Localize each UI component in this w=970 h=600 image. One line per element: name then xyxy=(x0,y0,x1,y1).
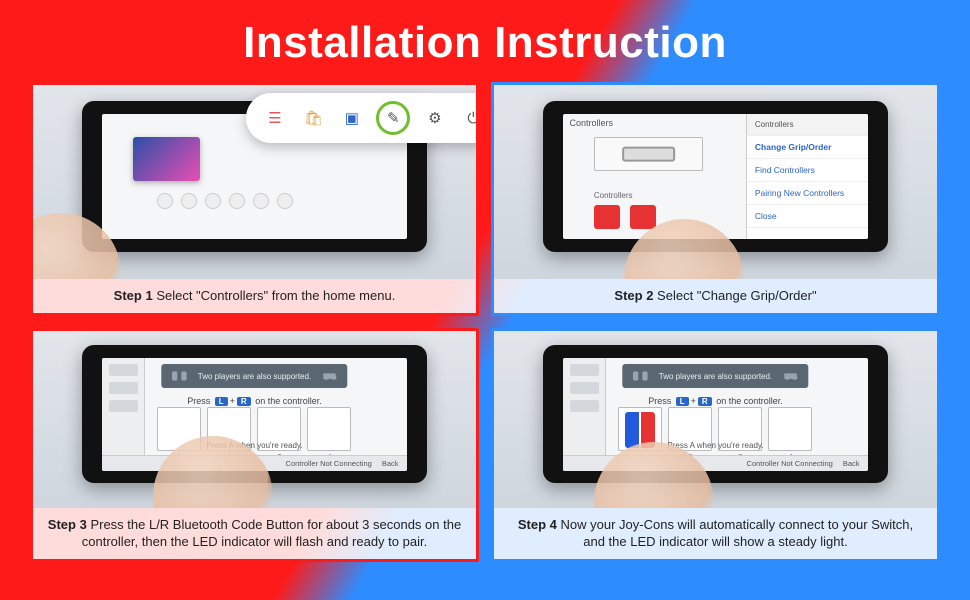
pairing-screen-connected: Two players are also supported. Press L+… xyxy=(563,358,867,471)
key-r: R xyxy=(237,397,251,406)
key-l: L xyxy=(215,397,228,406)
pairing-screen: Two players are also supported. Press L+… xyxy=(102,358,406,471)
pairing-sidebar xyxy=(563,358,606,471)
pairing-banner: Two players are also supported. xyxy=(162,364,347,388)
console-device: Controllers Controllers Controllers Chan… xyxy=(543,101,889,253)
step1-thumb: ☰ 🛍 ▣ ✎ ⚙ ⏻ xyxy=(33,85,476,279)
step4-label-bold: Step 4 xyxy=(518,517,557,532)
press-a-line: Press A when you're ready. xyxy=(563,441,867,450)
icon-popup: ☰ 🛍 ▣ ✎ ⚙ ⏻ xyxy=(246,93,476,144)
step1-caption: Step 1 Select "Controllers" from the hom… xyxy=(33,279,476,313)
controllers-screen: Controllers Controllers Controllers Chan… xyxy=(563,114,867,238)
controllers-small-label: Controllers xyxy=(594,191,633,200)
step3-text: Press the L/R Bluetooth Code Button for … xyxy=(82,517,461,550)
step-panel-2: Controllers Controllers Controllers Chan… xyxy=(491,82,940,316)
menu-item-change-grip[interactable]: Change Grip/Order xyxy=(747,136,868,159)
console-icon xyxy=(622,147,676,162)
press-pre: Press xyxy=(187,396,210,406)
pro-controller-icon xyxy=(782,370,798,382)
step-panel-4: Two players are also supported. Press L+… xyxy=(491,328,940,562)
step1-label-bold: Step 1 xyxy=(114,288,153,303)
steps-grid: ☰ 🛍 ▣ ✎ ⚙ ⏻ Step 1 Select "Controllers" … xyxy=(0,82,970,592)
step4-caption: Step 4 Now your Joy-Cons will automatica… xyxy=(494,508,937,559)
game-tile xyxy=(133,137,200,182)
key-plus: + xyxy=(691,396,696,406)
pairing-footer: Controller Not Connecting Back xyxy=(102,455,406,471)
news-icon[interactable]: ☰ xyxy=(261,104,289,132)
step-panel-1: ☰ 🛍 ▣ ✎ ⚙ ⏻ Step 1 Select "Controllers" … xyxy=(30,82,479,316)
joycon-pair-icon xyxy=(633,370,649,382)
console-device: Two players are also supported. Press L+… xyxy=(543,345,889,483)
home-icon-row xyxy=(157,193,293,209)
album-icon[interactable]: ▣ xyxy=(338,104,366,132)
press-a-line: Press A when you're ready. xyxy=(102,441,406,450)
footer-not-connecting[interactable]: Controller Not Connecting xyxy=(286,459,372,468)
press-lr-line: Press L+R on the controller. xyxy=(102,396,406,406)
press-post: on the controller. xyxy=(255,396,322,406)
step2-thumb: Controllers Controllers Controllers Chan… xyxy=(494,85,937,279)
step4-text: Now your Joy-Cons will automatically con… xyxy=(561,517,914,550)
pro-controller-icon xyxy=(321,370,337,382)
step3-caption: Step 3 Press the L/R Bluetooth Code Butt… xyxy=(33,508,476,559)
press-post: on the controller. xyxy=(716,396,783,406)
key-l: L xyxy=(676,397,689,406)
step2-caption: Step 2 Select "Change Grip/Order" xyxy=(494,279,937,313)
step1-text: Select "Controllers" from the home menu. xyxy=(156,288,395,303)
controllers-header: Controllers xyxy=(569,118,613,128)
console-device: Two players are also supported. Press L+… xyxy=(82,345,428,483)
step2-label-bold: Step 2 xyxy=(614,288,653,303)
menu-item-find[interactable]: Find Controllers xyxy=(747,159,868,182)
joycon-pair: Controllers xyxy=(594,205,656,229)
pairing-footer: Controller Not Connecting Back xyxy=(563,455,867,471)
joycon-right-icon xyxy=(630,205,656,229)
menu-item-pair-new[interactable]: Pairing New Controllers xyxy=(747,182,868,205)
controllers-menu: Controllers Change Grip/Order Find Contr… xyxy=(746,114,868,238)
key-r: R xyxy=(698,397,712,406)
joycon-left-icon xyxy=(594,205,620,229)
key-plus: + xyxy=(230,396,235,406)
footer-back[interactable]: Back xyxy=(843,459,860,468)
joycon-pair-icon xyxy=(172,370,188,382)
page-title: Installation Instruction xyxy=(0,0,970,82)
menu-header: Controllers xyxy=(747,114,868,136)
step2-text: Select "Change Grip/Order" xyxy=(657,288,817,303)
step3-thumb: Two players are also supported. Press L+… xyxy=(33,331,476,508)
settings-icon[interactable]: ⚙ xyxy=(421,104,449,132)
step3-label-bold: Step 3 xyxy=(48,517,87,532)
eshop-icon[interactable]: 🛍 xyxy=(299,104,327,132)
banner-text: Two players are also supported. xyxy=(198,372,311,381)
power-icon[interactable]: ⏻ xyxy=(459,104,476,132)
footer-not-connecting[interactable]: Controller Not Connecting xyxy=(747,459,833,468)
press-pre: Press xyxy=(648,396,671,406)
step-panel-3: Two players are also supported. Press L+… xyxy=(30,328,479,562)
controllers-icon[interactable]: ✎ xyxy=(376,101,410,135)
footer-back[interactable]: Back xyxy=(382,459,399,468)
banner-text: Two players are also supported. xyxy=(659,372,772,381)
pairing-banner: Two players are also supported. xyxy=(623,364,808,388)
menu-item-close[interactable]: Close xyxy=(747,205,868,228)
pairing-sidebar xyxy=(102,358,145,471)
step4-thumb: Two players are also supported. Press L+… xyxy=(494,331,937,508)
console-box xyxy=(594,137,703,172)
press-lr-line: Press L+R on the controller. xyxy=(563,396,867,406)
